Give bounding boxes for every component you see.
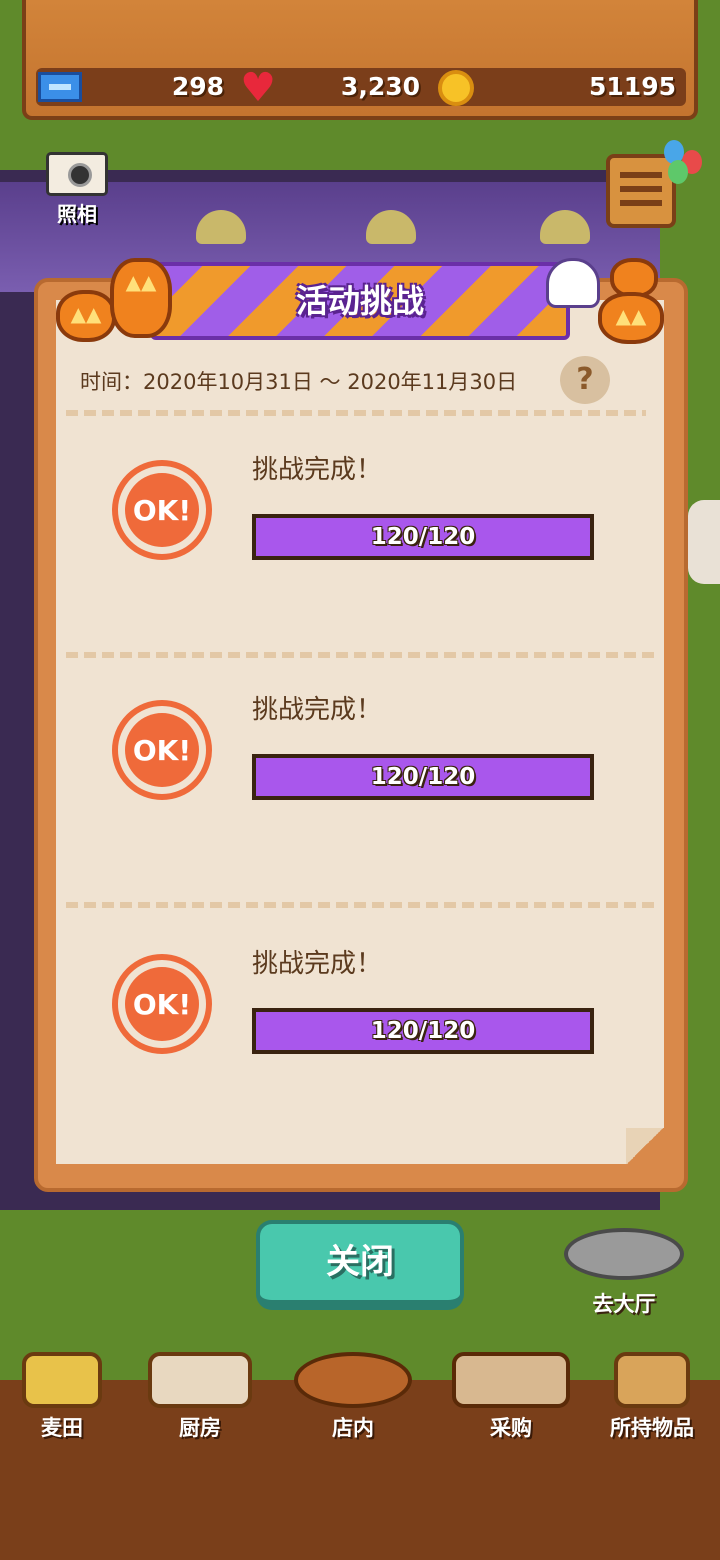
ghost-icon [546,258,600,308]
nav-item-inventory[interactable]: 所持物品 [600,1412,704,1444]
nav-item-kitchen[interactable]: 厨房 [148,1412,252,1444]
nav-item-shop[interactable]: 店内 [298,1412,408,1444]
ticket-count: 298 [171,72,224,101]
challenge-progress-text: 120/120 [370,1018,476,1044]
divider [66,652,654,658]
resource-bar: 298 3,230 51195 [36,68,686,106]
side-tab[interactable] [688,500,720,584]
box-icon[interactable] [614,1352,690,1408]
challenge-progress-bar: 120/120 [252,754,594,800]
pumpkin-icon: ▲▲ [56,290,116,342]
go-hall-label[interactable]: 去大厅 [570,1288,678,1318]
nav-item-purchase[interactable]: 采购 [456,1412,566,1444]
bread-basket-icon[interactable] [294,1352,412,1408]
nav-item-wheat-field[interactable]: 麦田 [10,1412,114,1444]
camera-label: 照相 [57,202,97,226]
dialog-title: 活动挑战 [295,282,424,320]
ok-stamp-icon: OK! [112,460,212,560]
divider [66,410,646,416]
kitchen-icon[interactable] [148,1352,252,1408]
paper-corner-fold [626,1128,664,1164]
coin-count: 51195 [589,72,676,101]
ok-stamp-icon: OK! [112,700,212,800]
divider [66,902,654,908]
close-button[interactable]: 关闭 [256,1220,464,1310]
challenge-progress-bar: 120/120 [252,1008,594,1054]
pumpkin-icon: ▲▲ [598,292,664,344]
challenge-status: 挑战完成！ [252,455,383,485]
wheat-field-icon[interactable] [22,1352,102,1408]
balloon-icon [668,160,688,184]
challenge-progress-text: 120/120 [370,764,476,790]
tongs-tray-icon[interactable] [564,1228,684,1280]
shopping-shelf-icon[interactable] [452,1352,570,1408]
coin-icon [438,70,474,106]
ok-stamp-text: OK! [125,967,199,1041]
challenge-status: 挑战完成！ [252,695,383,725]
ok-stamp-text: OK! [125,713,199,787]
help-button[interactable]: ? [560,356,610,404]
challenge-status: 挑战完成！ [252,949,383,979]
heart-count: 3,230 [340,72,420,101]
ticket-icon [38,72,82,102]
pumpkin-icon: ▲▲ [110,258,172,338]
event-date-range: 时间：2020年10月31日 ～ 2020年11月30日 [80,370,518,394]
ok-stamp-icon: OK! [112,954,212,1054]
challenge-progress-text: 120/120 [370,524,476,550]
heart-icon: ♥ [240,65,276,111]
challenge-progress-bar: 120/120 [252,514,594,560]
menu-button[interactable] [606,154,676,228]
camera-button[interactable] [46,152,108,196]
ok-stamp-text: OK! [125,473,199,547]
